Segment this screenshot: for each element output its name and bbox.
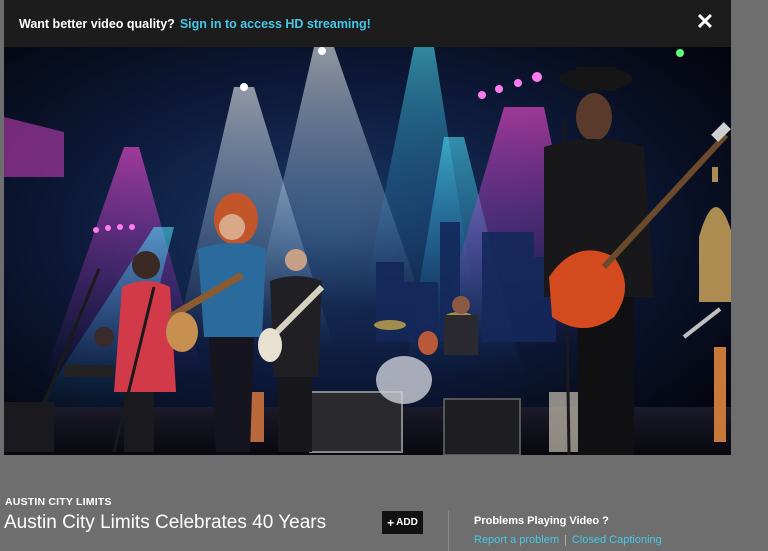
hd-upsell-banner: Want better video quality? Sign in to ac…	[4, 0, 731, 47]
divider	[448, 511, 449, 551]
concert-scene-image	[4, 47, 731, 455]
closed-captioning-link[interactable]: Closed Captioning	[572, 534, 662, 546]
report-problem-link[interactable]: Report a problem	[474, 534, 559, 546]
sign-in-link[interactable]: Sign in to access HD streaming!	[180, 17, 371, 31]
plus-icon: +	[387, 515, 395, 530]
link-separator: |	[564, 534, 567, 546]
close-icon[interactable]: ✕	[693, 10, 717, 34]
help-links: Report a problem | Closed Captioning	[474, 534, 662, 546]
video-info-panel: AUSTIN CITY LIMITS Austin City Limits Ce…	[0, 455, 768, 551]
show-label[interactable]: AUSTIN CITY LIMITS	[5, 496, 112, 508]
video-player[interactable]: Want better video quality? Sign in to ac…	[4, 0, 731, 455]
add-button[interactable]: + ADD	[382, 511, 423, 534]
help-heading: Problems Playing Video ?	[474, 515, 609, 527]
hd-prompt-text: Want better video quality?	[19, 16, 175, 31]
episode-title: Austin City Limits Celebrates 40 Years	[4, 512, 327, 533]
video-frame[interactable]	[4, 47, 731, 455]
add-button-label: ADD	[396, 517, 418, 528]
